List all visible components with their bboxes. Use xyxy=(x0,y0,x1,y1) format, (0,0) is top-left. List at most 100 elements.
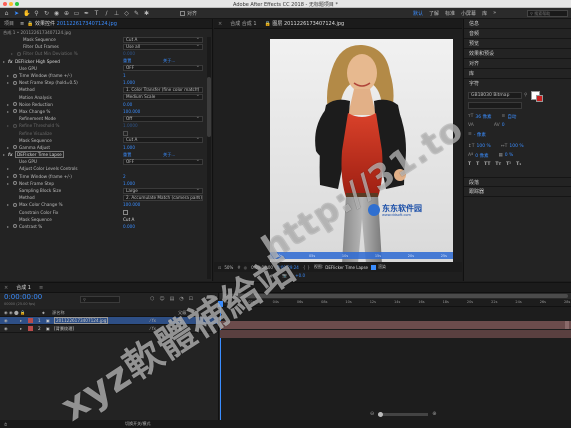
clone-icon[interactable]: ⊥ xyxy=(113,10,120,17)
stopwatch-icon[interactable] xyxy=(13,202,17,207)
tab-project[interactable]: 项目 xyxy=(0,19,18,29)
superscript-button[interactable]: T¹ xyxy=(506,162,511,167)
timeline-menu-icon[interactable]: ≡ xyxy=(35,283,47,293)
offset-value[interactable]: +0.0 xyxy=(295,273,305,278)
effect-param-value[interactable]: 2 xyxy=(123,174,126,179)
twirl-icon[interactable]: ▸ xyxy=(7,145,11,150)
rect-mask-icon[interactable]: ▭ xyxy=(73,10,80,17)
layer-end-handle[interactable] xyxy=(565,321,569,329)
layer-1-bar[interactable] xyxy=(220,321,571,329)
fx-toggle-icon[interactable]: fx xyxy=(8,59,13,64)
effect-param-value[interactable]: Cut A xyxy=(123,217,134,222)
camera-snapshot-icon[interactable]: 📷 xyxy=(282,273,287,278)
effect-param-value[interactable]: 1 xyxy=(123,73,126,78)
render-time-icon[interactable]: ⏱ xyxy=(4,422,7,427)
align-checkbox[interactable] xyxy=(180,10,185,16)
effect-reset-link[interactable]: 重置 xyxy=(123,58,131,64)
stopwatch-icon[interactable] xyxy=(13,181,17,186)
effect-about-link[interactable]: 关于... xyxy=(163,152,175,158)
layer-2-bar[interactable] xyxy=(220,330,571,338)
graph-editor-icon[interactable]: ⊡ xyxy=(189,296,193,302)
workspace-standard[interactable]: 标准 xyxy=(445,10,455,17)
stopwatch-icon[interactable] xyxy=(13,145,17,150)
subscript-button[interactable]: T₁ xyxy=(516,162,521,167)
effect-param-value[interactable]: 0.000 xyxy=(123,224,135,229)
layer-parent-select[interactable]: 无 xyxy=(178,318,182,324)
panel-info[interactable]: 信息 xyxy=(464,19,571,29)
timecode-duration[interactable]: 0:00:29:24 xyxy=(277,265,299,270)
layer-switches-icon[interactable]: ⁄ fx xyxy=(150,318,156,323)
select-icon[interactable]: ➤ xyxy=(13,10,20,17)
effect-param-dropdown[interactable]: Cut A xyxy=(123,136,203,144)
effect-param-dropdown[interactable]: Medium Scale xyxy=(123,93,203,101)
panel-character[interactable]: 字符 xyxy=(464,79,571,89)
twirl-icon[interactable]: ▸ xyxy=(7,109,11,114)
panel-effects-presets[interactable]: 效果和预设 xyxy=(464,49,571,59)
effect-about-link[interactable]: 关于... xyxy=(163,58,175,64)
puppet-icon[interactable]: ✱ xyxy=(143,10,150,17)
stopwatch-icon[interactable] xyxy=(13,102,17,107)
col-parent[interactable]: 父级 xyxy=(178,310,186,316)
stroke-color-swatch[interactable] xyxy=(536,94,544,102)
twirl-icon[interactable]: ▸ xyxy=(3,152,7,157)
effect-param-value[interactable]: 1.000 xyxy=(123,80,135,85)
effect-param-dropdown[interactable]: Use all xyxy=(123,43,203,50)
panel-library[interactable]: 库 xyxy=(464,69,571,79)
twirl-icon[interactable]: ▸ xyxy=(7,123,11,128)
type-icon[interactable]: T xyxy=(93,10,100,17)
layer-parent-select[interactable]: 无 xyxy=(178,326,182,332)
workspace-small[interactable]: 小屏幕 xyxy=(461,10,476,17)
layer-switches-icon[interactable]: ⁄ fx xyxy=(150,326,156,331)
view-effect-dropdown[interactable]: DEFlicker Time Lapse xyxy=(325,265,368,270)
twirl-icon[interactable]: ▸ xyxy=(7,166,11,171)
video-visible-icon[interactable]: ◉ xyxy=(4,318,8,323)
effect-param-value[interactable]: 1.000 xyxy=(123,145,135,150)
twirl-icon[interactable]: ▸ xyxy=(7,73,11,78)
effect-param-dropdown[interactable]: 2. Accumulate Match (camera pans) xyxy=(123,194,203,201)
fast-preview-icon[interactable]: ⚡ xyxy=(277,273,280,278)
faux-italic-button[interactable]: T xyxy=(476,162,479,167)
effect-param-dropdown[interactable]: Off xyxy=(123,115,203,122)
workspace-default[interactable]: 默认 xyxy=(413,10,423,17)
camera-icon[interactable]: ◉ xyxy=(53,10,60,17)
stopwatch-icon[interactable] xyxy=(13,224,17,229)
home-icon[interactable]: ⌂ xyxy=(3,10,10,17)
trim-in-icon[interactable]: { xyxy=(303,265,306,270)
timeline-search-input[interactable]: ⚲ xyxy=(80,296,120,303)
workspace-learn[interactable]: 了解 xyxy=(429,10,439,17)
twirl-icon[interactable]: ▸ xyxy=(7,80,11,85)
effect-param-checkbox[interactable] xyxy=(123,130,128,136)
brush-icon[interactable]: ∕ xyxy=(103,10,110,17)
twirl-icon[interactable]: ▸ xyxy=(3,59,7,64)
panel-paragraph[interactable]: 段落 xyxy=(464,177,571,187)
work-area-range[interactable] xyxy=(223,294,568,298)
stopwatch-icon[interactable] xyxy=(13,174,17,179)
tracking-value[interactable]: 0 xyxy=(502,123,505,128)
timeline-close-icon[interactable]: × xyxy=(0,283,12,293)
zoom-in-icon[interactable]: ⊕ xyxy=(432,411,436,417)
panel-preview[interactable]: 预览 xyxy=(464,39,571,49)
twirl-icon[interactable]: ▸ xyxy=(7,224,11,229)
effect-panel-scrollbar[interactable] xyxy=(207,37,211,279)
all-caps-button[interactable]: TT xyxy=(484,162,490,167)
stopwatch-icon[interactable] xyxy=(13,123,17,128)
tsume-value[interactable]: 0 % xyxy=(505,153,514,158)
playhead-handle[interactable] xyxy=(218,301,223,307)
fx-toggle-icon[interactable]: fx xyxy=(8,152,13,157)
pen-icon[interactable]: ✒ xyxy=(83,10,90,17)
stroke-width-value[interactable]: - 像素 xyxy=(474,132,486,138)
layer-image[interactable]: 东东软件园 www.ddsoft.com xyxy=(270,39,453,264)
scrollbar-thumb[interactable] xyxy=(207,77,211,137)
font-size-value[interactable]: 36 像素 xyxy=(475,114,491,120)
grid-icon[interactable]: # xyxy=(237,265,240,270)
effect-param-value[interactable]: 0.000 xyxy=(123,51,135,56)
layer-name[interactable]: 2011226173407124.jpg xyxy=(54,317,109,324)
trim-out-icon[interactable]: } xyxy=(307,265,310,270)
label-color-swatch[interactable] xyxy=(28,326,33,331)
effect-param-value[interactable]: 0.00 xyxy=(123,102,132,107)
pickwhip-icon[interactable]: ◎ xyxy=(168,326,172,331)
layer-row[interactable]: ◉ ▸ 1 ▣ 2011226173407124.jpg ⁄ fx ◎ 无 xyxy=(0,317,218,325)
twirl-icon[interactable]: ▸ xyxy=(7,202,11,207)
layer-row[interactable]: ◉ ▸ 2 ▣ [背景纹理] ⁄ fx ◎ 无 xyxy=(0,325,218,333)
stopwatch-icon[interactable] xyxy=(13,73,17,78)
